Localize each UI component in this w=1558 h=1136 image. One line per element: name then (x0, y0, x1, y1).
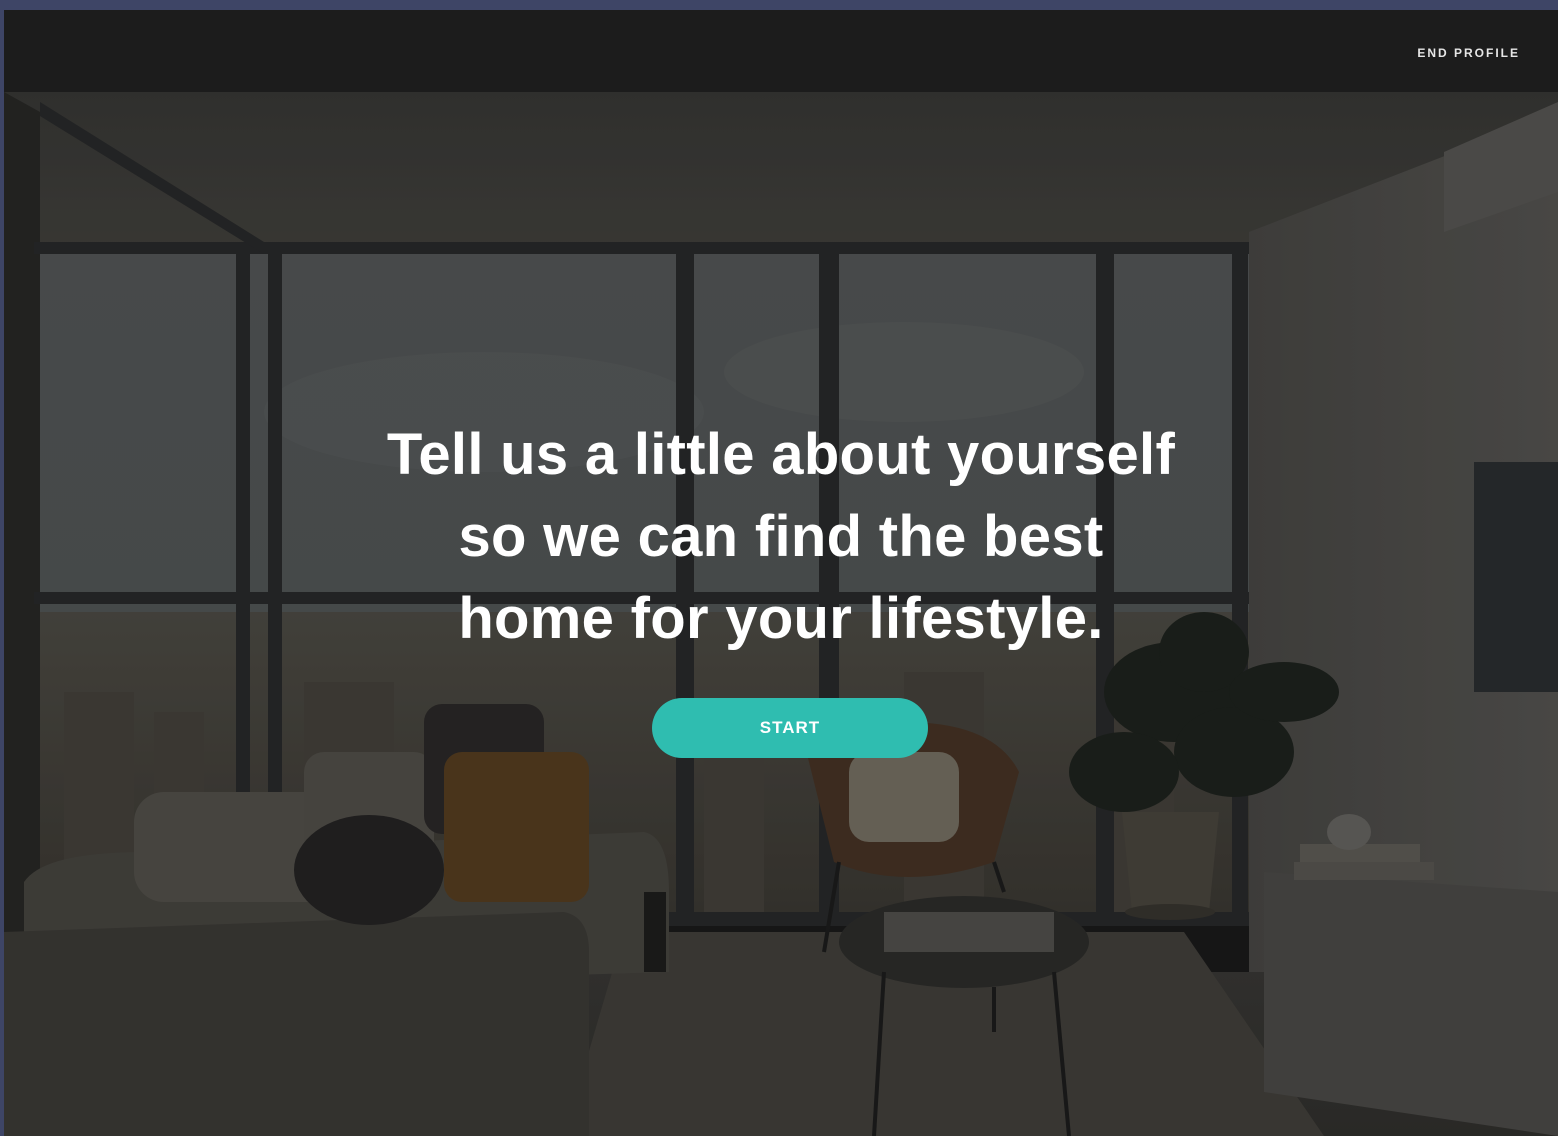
app-frame: END PROFILE Tell us a little about yours… (4, 10, 1558, 1136)
start-button[interactable]: START (652, 698, 928, 758)
end-profile-link[interactable]: END PROFILE (1417, 46, 1520, 60)
hero-headline: Tell us a little about yourself so we ca… (4, 414, 1558, 660)
headline-line-1: Tell us a little about yourself (386, 422, 1176, 487)
headline-line-2: so we can find the best (458, 504, 1104, 569)
top-bar: END PROFILE (4, 10, 1558, 92)
headline-line-3: home for your lifestyle. (458, 586, 1104, 651)
